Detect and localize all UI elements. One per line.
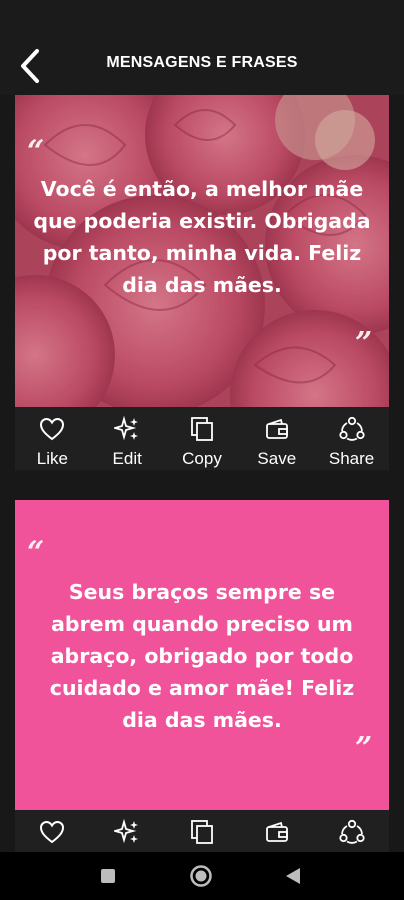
heart-icon — [40, 417, 65, 441]
share-button[interactable]: Share — [314, 407, 389, 470]
save-label: Save — [257, 449, 297, 468]
close-quote-icon: ” — [355, 326, 373, 361]
share-label: Share — [328, 449, 375, 468]
action-bar: Like Edit Copy Save Share — [15, 407, 389, 470]
edit-label: Edit — [112, 449, 142, 468]
copy-button[interactable]: Copy — [165, 407, 240, 470]
home-button[interactable] — [189, 864, 213, 892]
heart-icon — [40, 820, 65, 844]
copy-label: Copy — [182, 449, 222, 468]
copy-icon — [191, 417, 213, 441]
page-title: MENSAGENS E FRASES — [106, 54, 298, 71]
back-icon — [286, 868, 300, 884]
wallet-icon — [265, 821, 288, 842]
wallet-icon — [265, 418, 288, 439]
action-bar — [15, 810, 389, 852]
open-quote-icon: “ — [27, 535, 45, 570]
card-image[interactable]: “ Seus braços sempre se abrem quando pre… — [15, 500, 389, 810]
app-bar: MENSAGENS E FRASES — [0, 0, 404, 95]
save-button[interactable] — [239, 810, 314, 852]
message-text: Você é então, a melhor mãe que poderia e… — [33, 177, 371, 297]
save-button[interactable]: Save — [239, 407, 314, 470]
like-button[interactable] — [15, 810, 90, 852]
open-quote-icon: “ — [27, 134, 45, 169]
message-card: “ Seus braços sempre se abrem quando pre… — [15, 500, 389, 852]
copy-icon — [191, 820, 213, 844]
like-label: Like — [36, 449, 68, 468]
card-image[interactable]: “ Você é então, a melhor mãe que poderia… — [15, 95, 389, 407]
message-card: “ Você é então, a melhor mãe que poderia… — [15, 95, 389, 470]
like-button[interactable]: Like — [15, 407, 90, 470]
copy-button[interactable] — [165, 810, 240, 852]
edit-button[interactable] — [90, 810, 165, 852]
sparkles-icon — [114, 819, 139, 844]
message-text: Seus braços sempre se abrem quando preci… — [49, 580, 355, 732]
share-icon — [338, 416, 365, 441]
share-button[interactable] — [314, 810, 389, 852]
recents-icon — [101, 869, 115, 883]
system-back-button[interactable] — [284, 866, 302, 890]
share-icon — [338, 819, 365, 844]
home-icon — [190, 865, 212, 887]
recents-button[interactable] — [100, 868, 116, 888]
system-nav-bar — [0, 852, 404, 900]
sparkles-icon — [114, 416, 139, 441]
close-quote-icon: ” — [355, 731, 373, 766]
edit-button[interactable]: Edit — [90, 407, 165, 470]
